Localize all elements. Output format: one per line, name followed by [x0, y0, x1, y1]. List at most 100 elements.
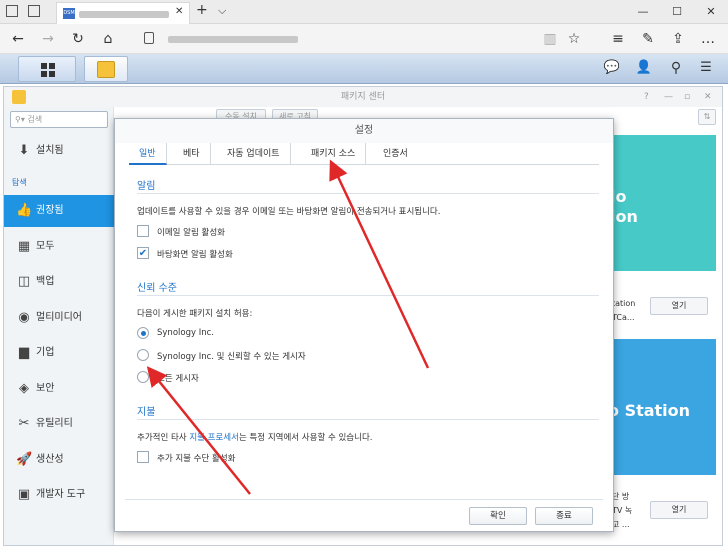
tab-preview-icon[interactable] — [6, 5, 18, 17]
maximize-window-button[interactable]: ▫ — [684, 87, 690, 107]
desktop-alert-label: 바탕화면 알림 활성화 — [157, 250, 233, 260]
tab-back-icon[interactable] — [28, 5, 40, 17]
sidebar-item-icon: ◈ — [19, 380, 29, 396]
sidebar-item-label: 개발자 도구 — [36, 489, 86, 500]
dsm-favicon-icon: DSM — [63, 8, 75, 19]
alerts-description: 업데이트를 사용할 수 있을 경우 이메일 또는 바탕화면 알림이 전송되거나 … — [137, 207, 441, 217]
sidebar-item-6[interactable]: ✂ 유틸리티 — [4, 408, 114, 440]
payment-enable-label: 추가 지불 수단 활성화 — [157, 454, 236, 464]
sidebar-item-1[interactable]: ▦ 모두 — [4, 231, 114, 263]
trust-synology-radio[interactable] — [137, 327, 149, 339]
web-note-icon[interactable]: ✎ — [638, 29, 658, 49]
sidebar-item-label: 보안 — [36, 382, 55, 394]
user-icon[interactable]: 👤 — [634, 58, 654, 78]
trust-synology-trusted-radio[interactable] — [137, 349, 149, 361]
trust-synology-label: Synology Inc. — [157, 328, 214, 338]
tab-certificate[interactable]: 인증서 — [373, 143, 418, 165]
tab-beta[interactable]: 베타 — [173, 143, 211, 165]
browser-titlebar: DSM ✕ + ⌵ — ☐ ✕ — [0, 0, 728, 24]
trust-any-label: 모든 게시자 — [157, 374, 199, 384]
sidebar-item-icon: ◫ — [17, 274, 31, 289]
lock-icon — [144, 32, 154, 44]
ok-button[interactable]: 확인 — [469, 507, 527, 525]
home-icon[interactable]: ⌂ — [98, 29, 118, 49]
featured-card-1[interactable]: io ion — [600, 135, 716, 271]
grid-icon — [41, 63, 55, 77]
new-tab-button[interactable]: + — [196, 2, 208, 18]
minimize-window-button[interactable]: — — [664, 87, 673, 107]
card2-desc-1: 단 방 — [612, 492, 630, 501]
app-icon — [12, 90, 26, 104]
sidebar-item-3[interactable]: ◉ 멀티미디어 — [4, 302, 114, 334]
sidebar-item-icon: ▣ — [17, 487, 31, 502]
sidebar-item-label: 권장됨 — [36, 205, 64, 216]
search-icon[interactable]: ⚲ — [666, 58, 686, 78]
sidebar-item-installed[interactable]: ⬇ 설치됨 — [4, 135, 114, 167]
sidebar-item-2[interactable]: ◫ 백업 — [4, 266, 114, 298]
tab-menu-icon[interactable]: ⌵ — [218, 4, 226, 18]
sidebar-item-0[interactable]: 👍 권장됨 — [4, 195, 114, 227]
email-alert-checkbox[interactable] — [137, 225, 149, 237]
window-title: 패키지 센터 — [340, 92, 386, 102]
package-center-icon — [97, 61, 115, 78]
share-icon[interactable]: ⇪ — [668, 29, 688, 49]
trust-level-heading: 신뢰 수준 — [137, 283, 177, 294]
card1-title-line2: ion — [610, 207, 638, 226]
payment-enable-checkbox[interactable] — [137, 451, 149, 463]
minimize-button[interactable]: — — [626, 0, 660, 24]
tab-close-icon[interactable]: ✕ — [175, 6, 183, 17]
trust-divider — [137, 295, 599, 296]
alerts-heading: 알림 — [137, 181, 156, 192]
reading-view-icon[interactable]: ▥ — [540, 29, 560, 49]
tab-package-source[interactable]: 패키지 소스 — [301, 143, 367, 165]
sidebar: ⚲▾ 검색 ⬇ 설치됨 탐색 👍 권장됨 ▦ 모두 ◫ 백업 ◉ 멀티미디어 ▆ 기업 ◈ 보안 ✂ 유틸리… — [4, 107, 114, 545]
back-icon[interactable]: ← — [8, 29, 28, 49]
sidebar-item-5[interactable]: ◈ 보안 — [4, 373, 114, 405]
sidebar-item-label: 모두 — [36, 240, 55, 252]
dialog-title: 설정 — [115, 119, 613, 143]
desktop-alert-checkbox[interactable]: ✔ — [137, 247, 149, 259]
main-menu-button[interactable] — [18, 56, 76, 82]
refresh-icon[interactable]: ↻ — [68, 29, 88, 49]
sidebar-item-icon: ◉ — [18, 309, 30, 325]
close-window-button[interactable]: ✕ — [694, 0, 728, 24]
widgets-icon[interactable]: ☰ — [696, 58, 716, 78]
close-button[interactable]: 종료 — [535, 507, 593, 525]
trust-any-radio[interactable] — [137, 371, 149, 383]
more-icon[interactable]: … — [698, 29, 718, 49]
payment-divider — [137, 419, 599, 420]
payment-processor-link[interactable]: 지불 프로세서 — [189, 433, 239, 443]
favorite-star-icon[interactable]: ☆ — [564, 29, 584, 49]
search-input[interactable]: ⚲▾ 검색 — [10, 111, 108, 128]
package-center-taskbar-button[interactable] — [84, 56, 128, 82]
tab-general[interactable]: 일반 — [129, 143, 167, 165]
payment-description: 추가적인 타사 지불 프로세서는 특정 지역에서 사용할 수 있습니다. — [137, 433, 373, 443]
card1-desc-1: tation — [612, 299, 636, 308]
maximize-button[interactable]: ☐ — [660, 0, 694, 24]
sidebar-item-4[interactable]: ▆ 기업 — [4, 337, 114, 369]
sidebar-item-label: 생산성 — [36, 453, 64, 465]
url-redacted[interactable] — [168, 36, 298, 43]
tab-title-redacted — [79, 11, 169, 18]
search-placeholder: 검색 — [27, 115, 43, 124]
card1-open-button[interactable]: 열기 — [650, 297, 708, 315]
close-window-button[interactable]: ✕ — [704, 87, 712, 107]
hub-icon[interactable]: ≡ — [608, 29, 628, 49]
forward-icon[interactable]: → — [38, 29, 58, 49]
card2-open-button[interactable]: 열기 — [650, 501, 708, 519]
browser-tab[interactable]: DSM ✕ — [56, 2, 190, 24]
help-button[interactable]: ? — [644, 87, 649, 107]
dialog-tabs: 일반 베타 자동 업데이트 패키지 소스 인증서 — [129, 143, 599, 165]
sidebar-item-label: 백업 — [36, 276, 55, 287]
sort-button[interactable]: ⇅ — [698, 109, 716, 125]
chat-icon[interactable]: 💬 — [602, 58, 622, 78]
alerts-divider — [137, 193, 599, 194]
featured-card-2[interactable]: o Station — [600, 339, 716, 475]
tab-auto-update[interactable]: 자동 업데이트 — [217, 143, 291, 165]
sidebar-item-8[interactable]: ▣ 개발자 도구 — [4, 479, 114, 511]
card2-title: o Station — [608, 401, 691, 420]
trust-synology-trusted-label: Synology Inc. 및 신뢰할 수 있는 게시자 — [157, 352, 306, 362]
card2-desc-2: TV 녹 — [612, 506, 633, 515]
browse-heading: 탐색 — [12, 178, 27, 187]
sidebar-item-7[interactable]: 🚀 생산성 — [4, 444, 114, 476]
